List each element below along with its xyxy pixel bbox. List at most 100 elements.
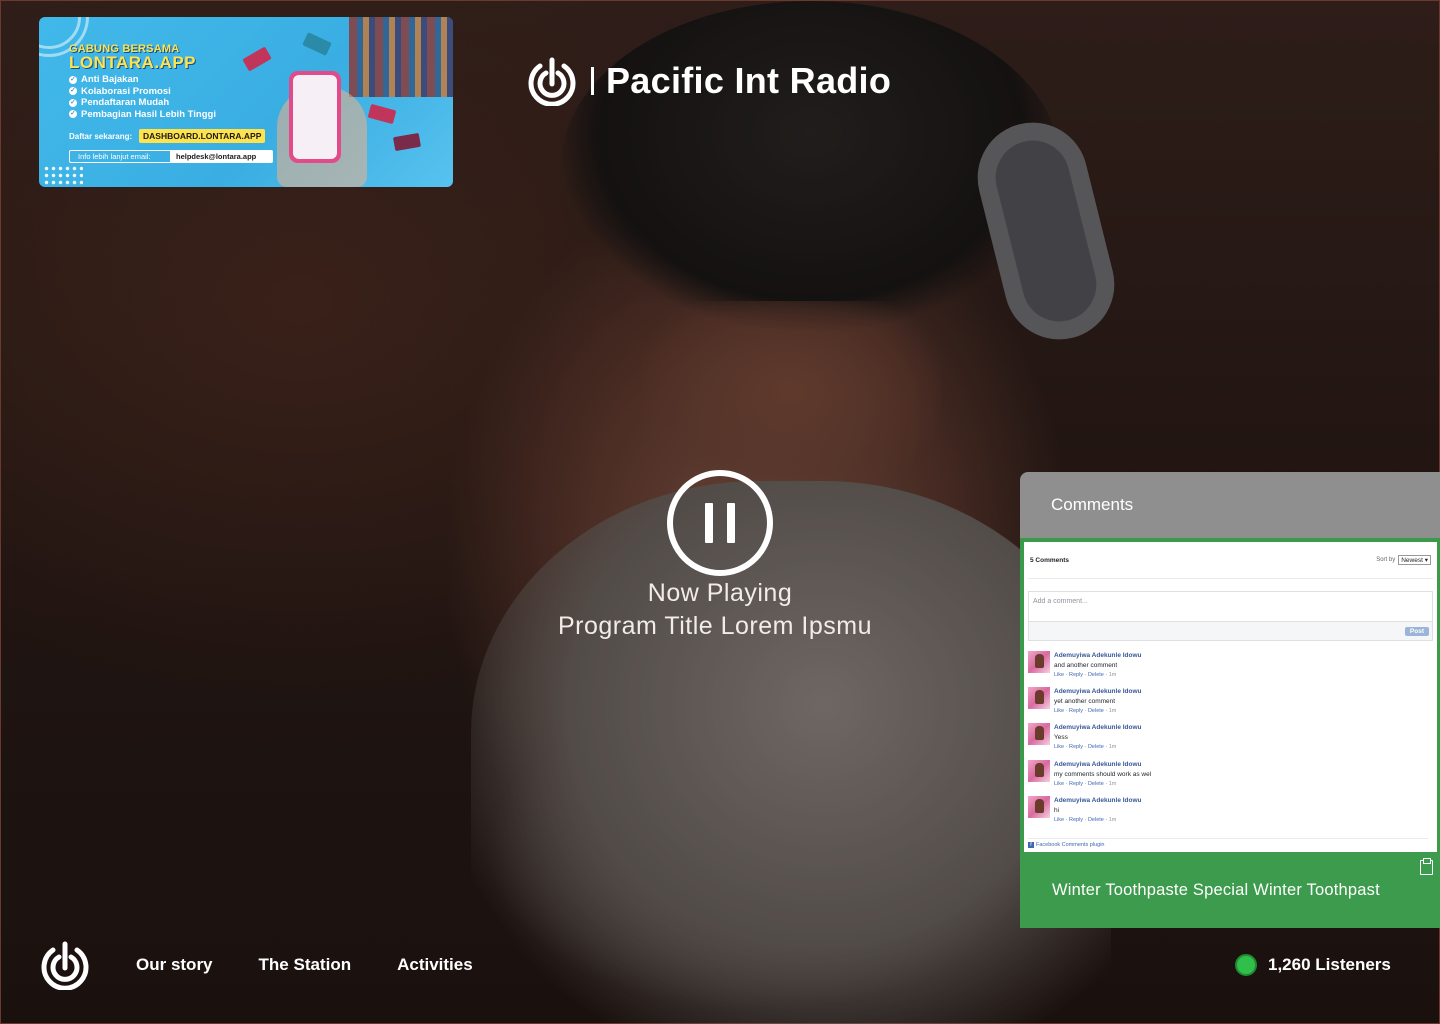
comment-actions: Like · Reply · Delete · 1m (1054, 780, 1117, 787)
now-playing-label: Now Playing (647, 579, 793, 607)
ad-benefit: ✓ Pembagian Hasil Lebih Tinggi (69, 108, 216, 120)
like-link[interactable]: Like (1054, 708, 1064, 714)
sort-control: Sort by Newest ▾ (1376, 555, 1431, 565)
comment-input[interactable]: Add a comment... (1029, 592, 1432, 622)
reply-link[interactable]: Reply (1069, 781, 1083, 787)
comment-actions: Like · Reply · Delete · 1m (1054, 708, 1117, 715)
comment-actions: Like · Reply · Delete · 1m (1054, 744, 1117, 751)
ad-register-label: Daftar sekarang: (69, 132, 133, 141)
listeners-count: 1,260 Listeners (1268, 955, 1391, 974)
check-icon: ✓ (69, 110, 77, 119)
avatar[interactable] (1028, 723, 1050, 746)
clipboard-icon[interactable] (1420, 858, 1433, 875)
ad-benefit: ✓ Anti Bajakan (69, 74, 139, 85)
like-link[interactable]: Like (1054, 744, 1064, 750)
ad-book-graphic (367, 103, 397, 125)
like-link[interactable]: Like (1054, 672, 1064, 678)
pause-icon (727, 503, 735, 543)
facebook-plugin-link[interactable]: f Facebook Comments plugin (1028, 838, 1428, 848)
ad-benefit: ✓ Kolaborasi Promosi (69, 85, 171, 97)
comment-author[interactable]: Ademuyiwa Adekunle Idowu (1054, 797, 1142, 804)
like-link[interactable]: Like (1054, 817, 1064, 823)
brand-header[interactable]: Pacific Int Radio (527, 56, 891, 106)
facebook-icon: f (1028, 842, 1034, 848)
listeners-indicator: 1,260 Listeners (1235, 954, 1391, 976)
comment-list: Ademuyiwa Adekunle Idowu and another com… (1028, 651, 1433, 832)
reply-link[interactable]: Reply (1069, 744, 1083, 750)
ad-decoration (43, 165, 83, 185)
radio-power-logo-icon (528, 57, 576, 106)
facebook-comments-widget: 5 Comments Sort by Newest ▾ Add a commen… (1024, 542, 1437, 852)
comment-time: 1m (1108, 744, 1117, 751)
delete-link[interactable]: Delete (1088, 781, 1104, 787)
pause-icon (705, 503, 713, 543)
ad-headline-brand: LONTARA.APP (69, 53, 197, 72)
comment-text: yet another comment (1054, 698, 1116, 706)
comment-compose: Add a comment... Post (1028, 591, 1433, 641)
sort-label: Sort by (1376, 557, 1396, 563)
ad-book-graphic (302, 32, 332, 56)
program-title: Program Title Lorem Ipsmu (558, 612, 872, 640)
sort-select[interactable]: Newest ▾ (1398, 555, 1431, 565)
avatar[interactable] (1028, 795, 1050, 818)
comment-time: 1m (1108, 780, 1117, 787)
avatar[interactable] (1028, 687, 1050, 710)
delete-link[interactable]: Delete (1088, 744, 1104, 750)
check-icon: ✓ (69, 87, 77, 96)
ad-info-email[interactable]: helpdesk@lontara.app (170, 151, 272, 162)
ad-banner[interactable]: GABUNG BERSAMA LONTARA.APP ✓ Anti Bajakan… (39, 17, 453, 187)
ad-benefit: ✓ Pendaftaran Mudah (69, 97, 170, 108)
ad-book-graphic (242, 46, 272, 72)
comment-item: Ademuyiwa Adekunle Idowu Yess Like · Rep… (1028, 723, 1433, 759)
comment-item: Ademuyiwa Adekunle Idowu yet another com… (1028, 687, 1433, 723)
brand-title: Pacific Int Radio (606, 60, 892, 101)
comments-panel: Comments 5 Comments Sort by Newest ▾ Add… (1020, 472, 1440, 928)
comment-actions: Like · Reply · Delete · 1m (1054, 816, 1117, 823)
delete-link[interactable]: Delete (1088, 817, 1104, 823)
ad-info-box: Info lebih lanjut email: helpdesk@lontar… (69, 150, 273, 163)
ad-bookshelf-graphic (349, 17, 453, 97)
comments-body: 5 Comments Sort by Newest ▾ Add a commen… (1020, 538, 1440, 852)
comment-author[interactable]: Ademuyiwa Adekunle Idowu (1054, 761, 1151, 768)
pause-button[interactable] (667, 470, 773, 576)
reply-link[interactable]: Reply (1069, 672, 1083, 678)
nav-our-story[interactable]: Our story (136, 955, 213, 975)
ad-benefit-list: ✓ Anti Bajakan ✓ Kolaborasi Promosi ✓ Penda… (69, 74, 216, 120)
comment-item: Ademuyiwa Adekunle Idowu my comments sho… (1028, 759, 1433, 796)
delete-link[interactable]: Delete (1088, 708, 1104, 714)
check-icon: ✓ (69, 98, 77, 107)
comment-text: hi (1054, 806, 1060, 814)
ad-register-link[interactable]: DASHBOARD.LONTARA.APP (139, 129, 266, 143)
comment-text: my comments should work as wel (1054, 770, 1152, 778)
footer-logo[interactable] (40, 940, 90, 995)
nav-the-station[interactable]: The Station (259, 955, 352, 975)
live-dot-icon (1235, 954, 1257, 976)
post-button[interactable]: Post (1404, 627, 1429, 636)
avatar[interactable] (1028, 759, 1050, 782)
comment-time: 1m (1108, 708, 1117, 715)
promo-banner[interactable]: Winter Toothpaste Special Winter Toothpa… (1020, 852, 1440, 928)
delete-link[interactable]: Delete (1088, 672, 1104, 678)
ad-info-label: Info lebih lanjut email: (78, 152, 151, 161)
comment-author[interactable]: Ademuyiwa Adekunle Idowu (1054, 652, 1142, 659)
reply-link[interactable]: Reply (1069, 817, 1083, 823)
footer-nav: Our story The Station Activities (136, 955, 473, 975)
comment-count: 5 Comments (1030, 556, 1070, 564)
comment-text: Yess (1054, 734, 1068, 742)
comment-time: 1m (1108, 816, 1117, 823)
promo-text: Winter Toothpaste Special Winter Toothpa… (1052, 880, 1380, 899)
comments-header[interactable]: Comments (1020, 472, 1440, 538)
comment-time: 1m (1108, 672, 1117, 678)
comment-author[interactable]: Ademuyiwa Adekunle Idowu (1054, 724, 1142, 731)
comment-item: Ademuyiwa Adekunle Idowu and another com… (1028, 651, 1433, 687)
nav-activities[interactable]: Activities (397, 955, 473, 975)
brand-divider (591, 67, 594, 95)
avatar[interactable] (1028, 651, 1050, 673)
comment-item: Ademuyiwa Adekunle Idowu hi Like · Reply… (1028, 795, 1433, 832)
comment-author[interactable]: Ademuyiwa Adekunle Idowu (1054, 688, 1142, 695)
comments-toolbar: 5 Comments Sort by Newest ▾ (1028, 542, 1433, 579)
comment-text: and another comment (1054, 662, 1118, 669)
reply-link[interactable]: Reply (1069, 708, 1083, 714)
like-link[interactable]: Like (1054, 781, 1064, 787)
ad-book-graphic (392, 132, 422, 152)
